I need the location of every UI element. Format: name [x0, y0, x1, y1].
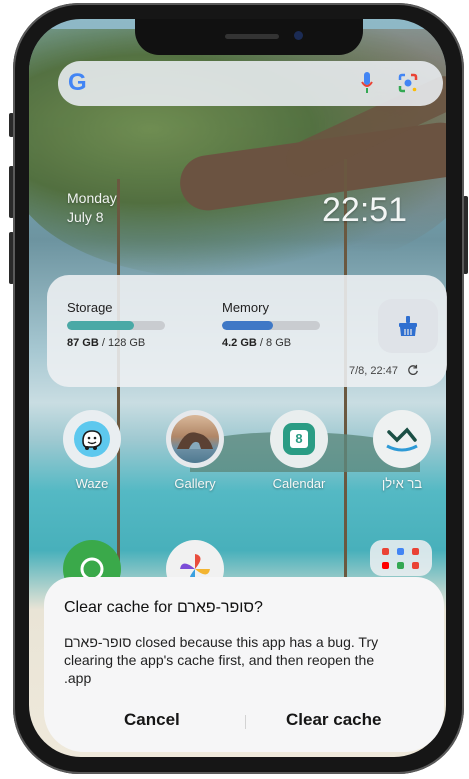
storage-value: 87 GB / 128 GB [67, 337, 145, 349]
memory-label: Memory [222, 300, 269, 315]
clock: 22:51 [322, 191, 408, 229]
day-label: Monday [67, 190, 117, 206]
storage-bar-fill [67, 321, 134, 330]
calendar-badge: 8 [290, 430, 308, 448]
button-divider [245, 715, 246, 729]
dialog-title: Clear cache for סופר-פארם? [64, 599, 263, 616]
folder-mini-icon [397, 548, 404, 555]
app-waze[interactable] [63, 410, 121, 468]
timestamp-text: 7/8, 22:47 [349, 365, 398, 377]
folder-mini-icon [412, 548, 419, 555]
memory-used: 4.2 GB [222, 337, 257, 349]
folder-mini-icon [382, 548, 389, 555]
app-folder[interactable] [370, 540, 432, 576]
memory-value: 4.2 GB / 8 GB [222, 337, 291, 349]
storage-label: Storage [67, 300, 113, 315]
app-bar-ilan[interactable] [373, 410, 431, 468]
memory-total: / 8 GB [259, 337, 292, 349]
front-camera [294, 31, 303, 40]
broom-icon [399, 316, 417, 336]
bar-ilan-icon [386, 427, 418, 452]
widget-timestamp: 7/8, 22:47 [349, 364, 419, 377]
waze-face-glyph [82, 430, 102, 450]
cancel-button[interactable]: Cancel [124, 710, 180, 730]
storage-used: 87 GB [67, 337, 99, 349]
date-display: Monday July 8 [67, 189, 117, 227]
clean-button[interactable] [378, 299, 438, 353]
refresh-icon[interactable] [407, 364, 419, 376]
dialog-message-line: סופר-פארם closed because this app has a … [64, 634, 379, 650]
wallpaper-rope-left [117, 179, 120, 599]
clear-cache-button[interactable]: Clear cache [286, 710, 381, 730]
folder-mini-icon [397, 562, 404, 569]
rock-arch-glyph [177, 432, 213, 449]
folder-mini-icon [382, 562, 389, 569]
app-label-bar-ilan: בר אילן [381, 476, 423, 491]
app-label-gallery: Gallery [174, 476, 216, 491]
dialog-message-line: clearing the app's cache first, and then… [64, 652, 375, 668]
gallery-icon [171, 415, 219, 463]
folder-mini-icon [412, 562, 419, 569]
app-gallery[interactable] [166, 410, 224, 468]
memory-bar [222, 321, 320, 330]
lens-icon[interactable] [397, 72, 419, 94]
google-g-icon: G [68, 69, 87, 96]
earpiece-speaker [225, 34, 279, 39]
app-calendar[interactable]: 8 [270, 410, 328, 468]
dialog-message: סופר-פארם closed because this app has a … [64, 633, 434, 687]
waze-icon [74, 421, 110, 457]
storage-bar [67, 321, 165, 330]
dialog-message-line: .app [64, 670, 92, 686]
google-search-bar[interactable]: G [58, 61, 443, 106]
storage-total: / 128 GB [101, 337, 146, 349]
memory-bar-fill [222, 321, 273, 330]
date-label: July 8 [67, 209, 104, 225]
app-label-waze: Waze [75, 476, 109, 491]
app-label-calendar: Calendar [272, 476, 326, 491]
mic-icon[interactable] [361, 71, 373, 95]
calendar-icon: 8 [283, 423, 315, 455]
